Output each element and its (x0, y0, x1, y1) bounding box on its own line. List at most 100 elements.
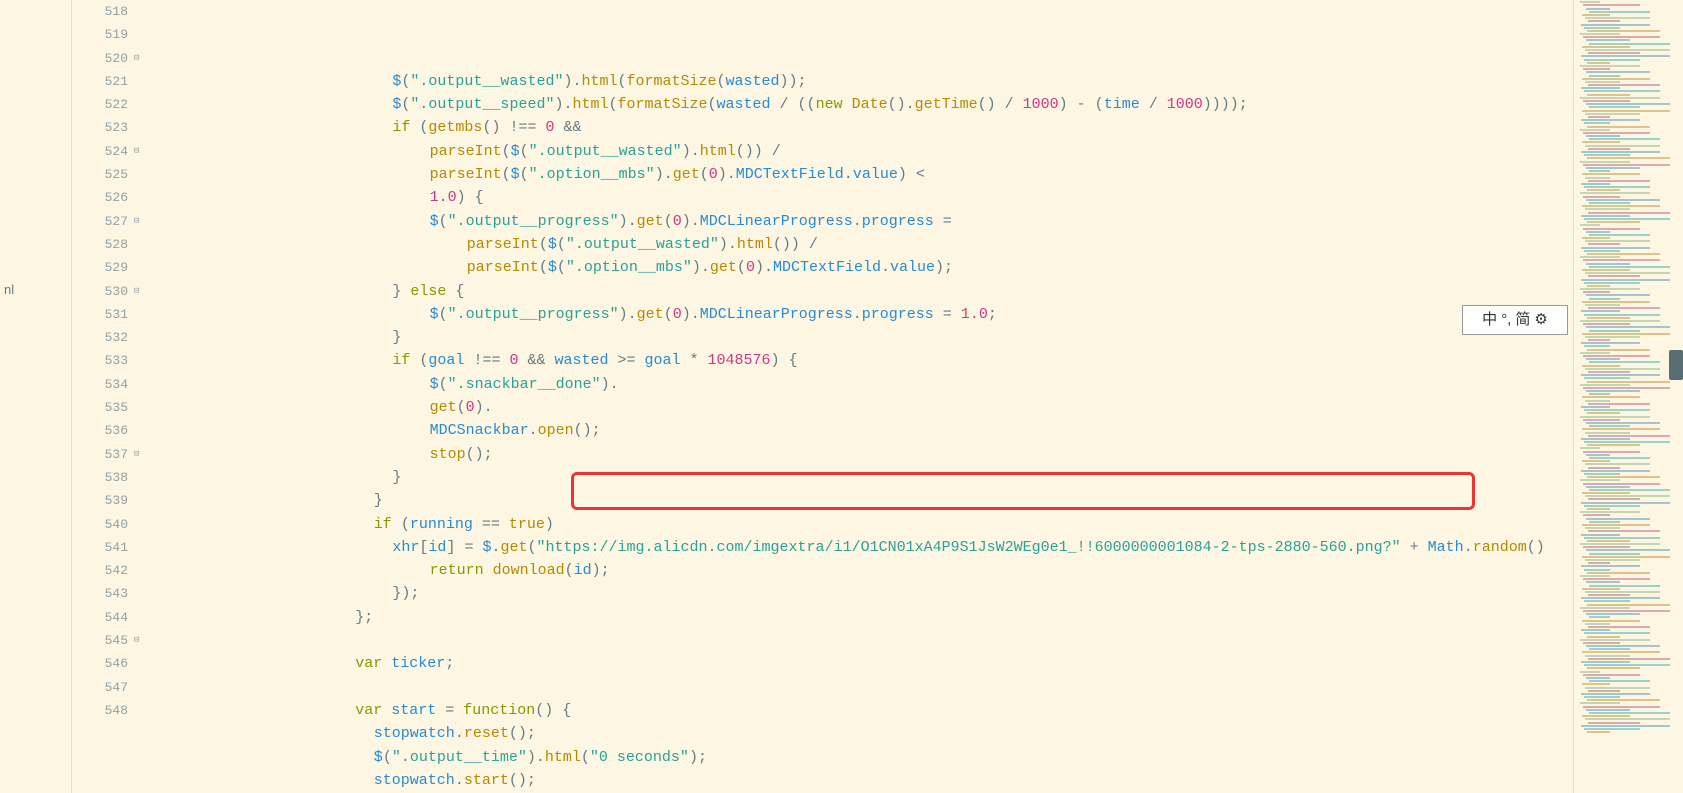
fold-marker[interactable] (132, 23, 148, 46)
minimap-line (1584, 154, 1630, 156)
fold-marker[interactable] (132, 163, 148, 186)
fold-marker[interactable] (132, 396, 148, 419)
code-line[interactable]: } (148, 326, 1573, 349)
minimap-line (1581, 342, 1640, 344)
fold-marker[interactable] (132, 326, 148, 349)
minimap-line (1586, 454, 1610, 456)
minimap-line (1589, 234, 1650, 236)
minimap-scroll-thumb[interactable] (1669, 350, 1683, 380)
fold-marker[interactable] (132, 513, 148, 536)
fold-marker[interactable] (132, 349, 148, 372)
minimap-line (1583, 291, 1610, 293)
fold-marker[interactable] (132, 373, 148, 396)
fold-marker[interactable]: ⊟ (132, 47, 148, 70)
minimap-line (1587, 572, 1650, 574)
code-line[interactable]: xhr[id] = $.get("https://img.alicdn.com/… (148, 536, 1573, 559)
code-line[interactable]: $(".output__speed").html(formatSize(wast… (148, 93, 1573, 116)
minimap-line (1582, 78, 1650, 80)
code-line[interactable]: parseInt($(".output__wasted").html()) / (148, 140, 1573, 163)
line-number: 518 (72, 0, 128, 23)
code-line[interactable]: get(0). (148, 396, 1573, 419)
minimap-line (1580, 639, 1650, 641)
minimap-line (1580, 1, 1600, 3)
fold-marker[interactable] (132, 186, 148, 209)
fold-marker[interactable] (132, 70, 148, 93)
code-line[interactable]: var start = function() { (148, 699, 1573, 722)
minimap-line (1585, 432, 1630, 434)
minimap[interactable] (1573, 0, 1683, 793)
minimap-line (1586, 422, 1660, 424)
ime-status-bar[interactable]: 中 °, 简 ⚙ (1462, 305, 1568, 335)
code-line[interactable]: $(".output__time").html("0 seconds"); (148, 746, 1573, 769)
fold-marker[interactable] (132, 652, 148, 675)
code-line[interactable]: 1.0) { (148, 186, 1573, 209)
minimap-line (1580, 575, 1610, 577)
minimap-line (1586, 581, 1620, 583)
fold-marker[interactable] (132, 559, 148, 582)
minimap-line (1587, 221, 1640, 223)
code-line[interactable]: }; (148, 606, 1573, 629)
code-line[interactable]: stop(); (148, 443, 1573, 466)
minimap-line (1586, 294, 1650, 296)
code-line[interactable]: $(".snackbar__done"). (148, 373, 1573, 396)
fold-marker[interactable] (132, 606, 148, 629)
fold-gutter[interactable]: ⊟ ⊟ ⊟ ⊟ ⊟ ⊟ (132, 0, 148, 793)
minimap-line (1587, 604, 1670, 606)
code-line[interactable]: if (running == true) (148, 513, 1573, 536)
minimap-line (1587, 30, 1660, 32)
fold-marker[interactable]: ⊟ (132, 280, 148, 303)
code-line[interactable]: stopwatch.start(); (148, 769, 1573, 792)
code-line[interactable]: parseInt($(".option__mbs").get(0).MDCTex… (148, 163, 1573, 186)
code-line[interactable]: if (getmbs() !== 0 && (148, 116, 1573, 139)
fold-marker[interactable] (132, 536, 148, 559)
code-text-area[interactable]: $(".output__wasted").html(formatSize(was… (148, 0, 1573, 793)
minimap-line (1585, 400, 1610, 402)
code-line[interactable]: if (goal !== 0 && wasted >= goal * 10485… (148, 349, 1573, 372)
minimap-line (1586, 645, 1660, 647)
fold-marker[interactable]: ⊟ (132, 629, 148, 652)
minimap-line (1583, 355, 1650, 357)
fold-marker[interactable] (132, 233, 148, 256)
fold-marker[interactable] (132, 256, 148, 279)
minimap-line (1587, 157, 1670, 159)
code-line[interactable]: parseInt($(".option__mbs").get(0).MDCTex… (148, 256, 1573, 279)
code-line[interactable]: } (148, 489, 1573, 512)
code-line[interactable]: var ticker; (148, 652, 1573, 675)
minimap-line (1583, 674, 1640, 676)
code-line[interactable] (148, 676, 1573, 699)
line-number: 525 (72, 163, 128, 186)
fold-marker[interactable]: ⊟ (132, 140, 148, 163)
fold-marker[interactable] (132, 0, 148, 23)
fold-marker[interactable] (132, 699, 148, 722)
fold-marker[interactable] (132, 419, 148, 442)
fold-marker[interactable] (132, 116, 148, 139)
line-number-gutter[interactable]: 5185195205215225235245255265275285295305… (72, 0, 132, 793)
fold-marker[interactable]: ⊟ (132, 443, 148, 466)
code-line[interactable]: } else { (148, 280, 1573, 303)
fold-marker[interactable]: ⊟ (132, 210, 148, 233)
fold-marker[interactable] (132, 466, 148, 489)
code-line[interactable]: } (148, 466, 1573, 489)
minimap-line (1588, 212, 1670, 214)
gear-icon[interactable]: ⚙ (1534, 308, 1547, 331)
minimap-line (1585, 368, 1660, 370)
code-line[interactable]: }); (148, 582, 1573, 605)
fold-marker[interactable] (132, 582, 148, 605)
line-number: 527 (72, 210, 128, 233)
code-line[interactable]: parseInt($(".output__wasted").html()) / (148, 233, 1573, 256)
code-line[interactable]: MDCSnackbar.open(); (148, 419, 1573, 442)
code-line[interactable]: $(".output__progress").get(0).MDCLinearP… (148, 303, 1573, 326)
code-line[interactable]: $(".output__progress").get(0).MDCLinearP… (148, 210, 1573, 233)
code-line[interactable]: $(".output__wasted").html(formatSize(was… (148, 70, 1573, 93)
minimap-line (1586, 167, 1640, 169)
fold-marker[interactable] (132, 676, 148, 699)
minimap-line (1588, 722, 1640, 724)
fold-marker[interactable] (132, 303, 148, 326)
minimap-line (1586, 231, 1610, 233)
minimap-line (1582, 396, 1640, 398)
code-line[interactable]: return download(id); (148, 559, 1573, 582)
fold-marker[interactable] (132, 93, 148, 116)
code-line[interactable]: stopwatch.reset(); (148, 722, 1573, 745)
code-line[interactable] (148, 629, 1573, 652)
fold-marker[interactable] (132, 489, 148, 512)
